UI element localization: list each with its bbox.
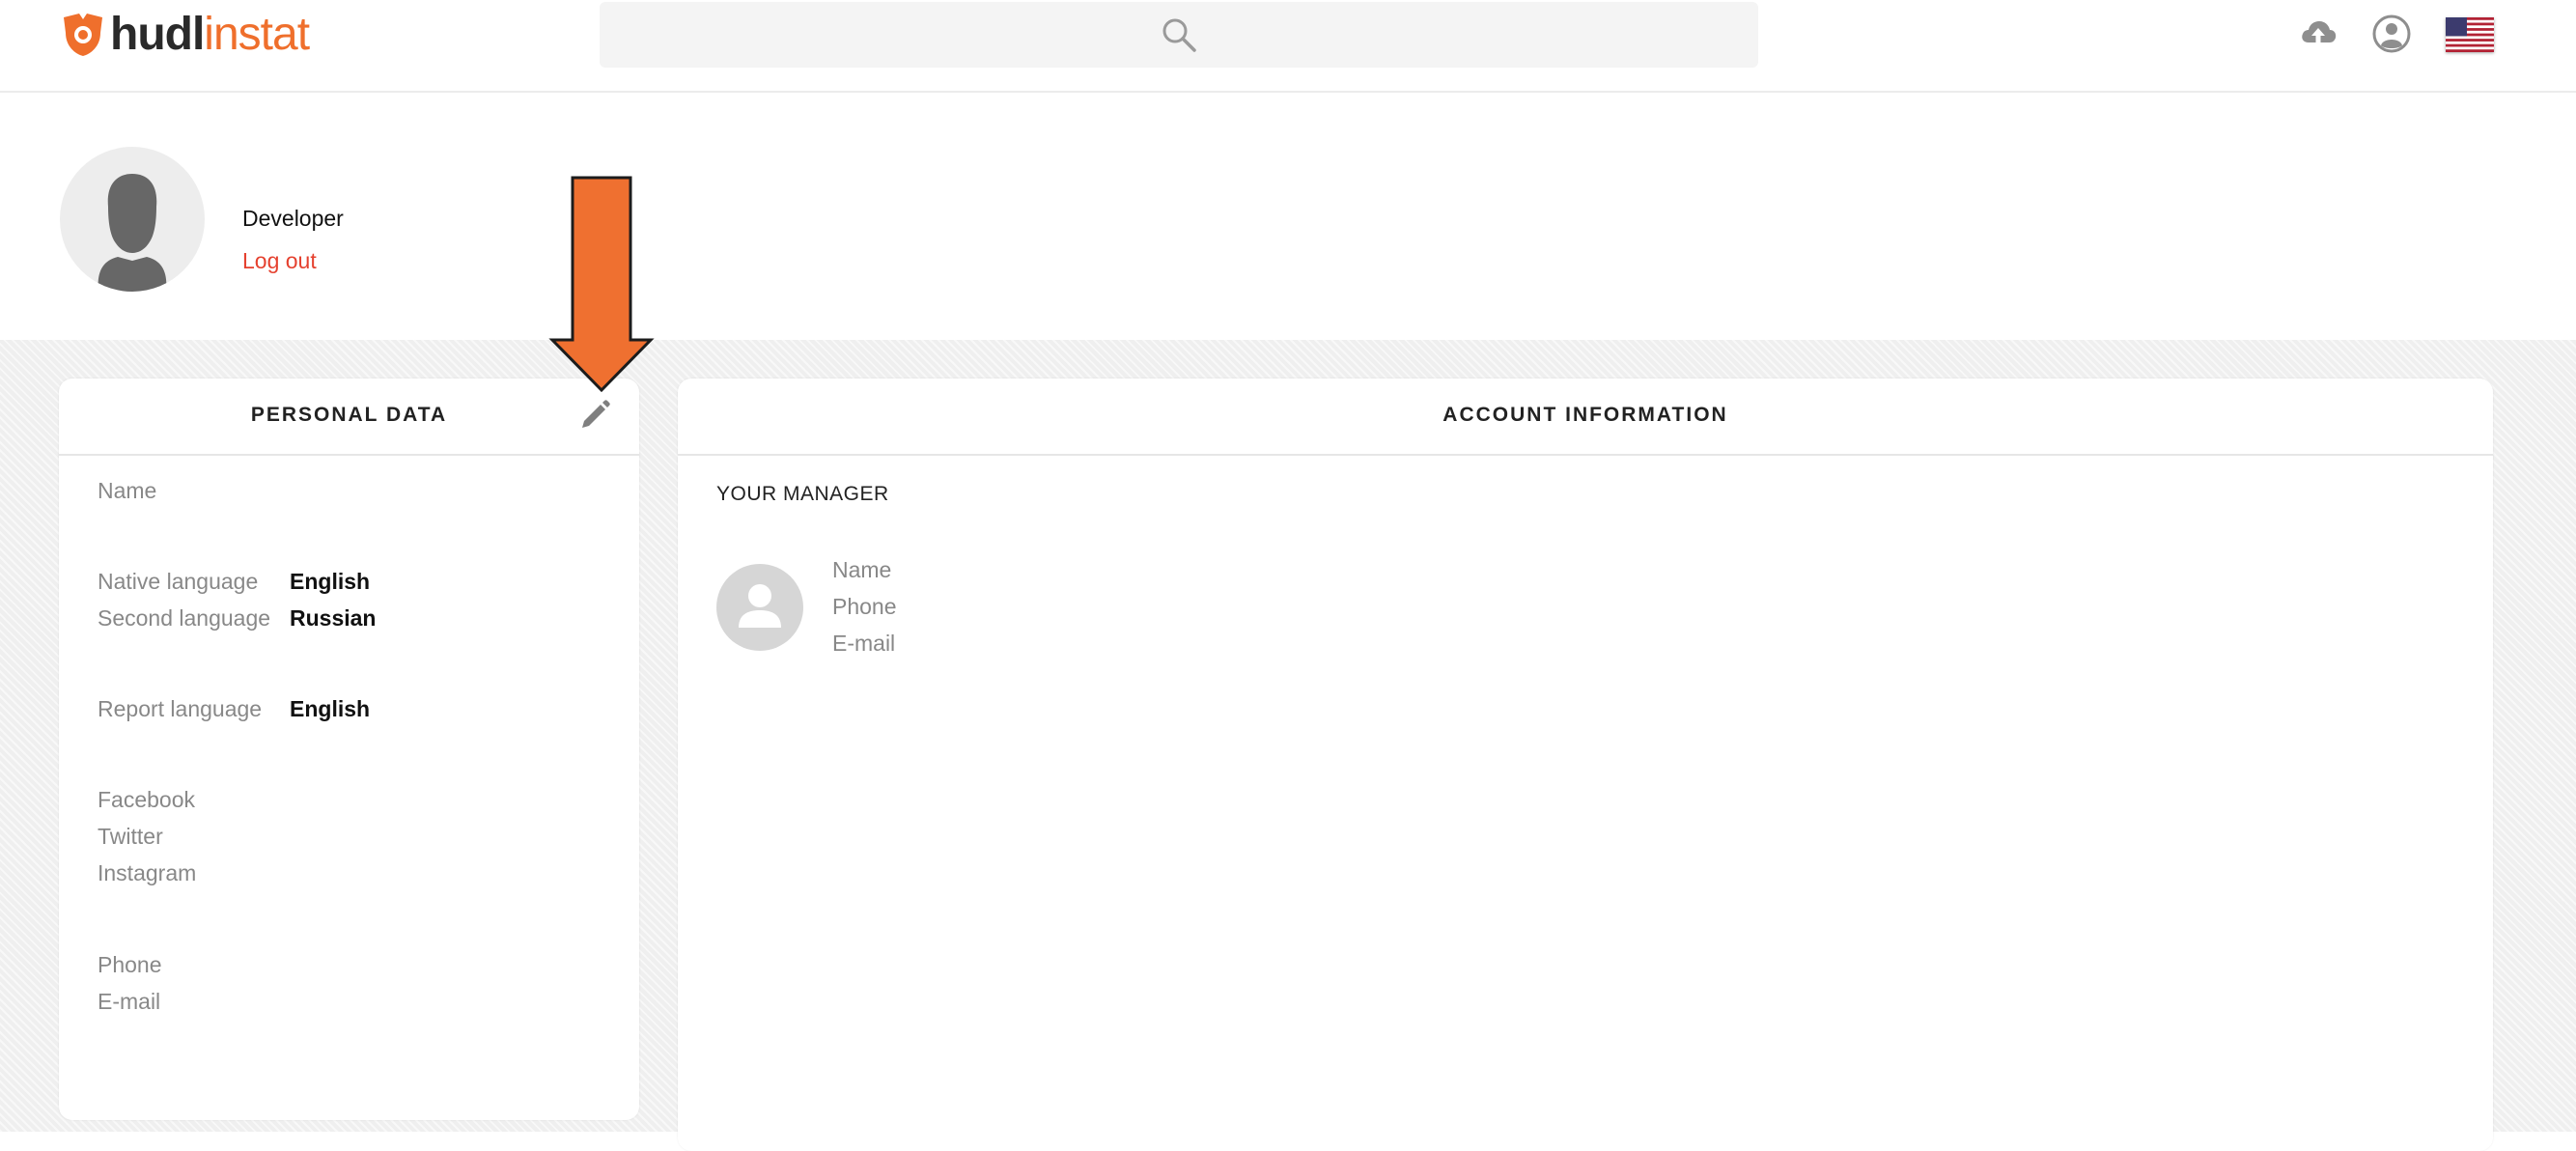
instagram-label: Instagram <box>98 860 197 885</box>
second-language-label: Second language <box>98 605 271 631</box>
pencil-icon[interactable] <box>577 398 612 433</box>
annotation-arrow-icon <box>548 176 655 392</box>
account-information-card: ACCOUNT INFORMATION YOUR MANAGER Name Ph… <box>678 379 2493 1151</box>
logo-text: hudlinstat <box>110 9 310 60</box>
profile-username: Developer <box>242 206 344 231</box>
facebook-row: Facebook <box>98 787 195 813</box>
logo-text-hudl: hudl <box>110 9 205 60</box>
personal-data-card: PERSONAL DATA Name Native language Engli… <box>59 379 639 1120</box>
manager-avatar <box>716 564 803 651</box>
twitter-label: Twitter <box>98 824 163 849</box>
name-label: Name <box>98 478 157 503</box>
second-language-row: Second language Russian <box>98 605 376 632</box>
manager-phone-label: Phone <box>832 594 897 619</box>
manager-name-label: Name <box>832 557 892 582</box>
facebook-label: Facebook <box>98 787 196 812</box>
email-label: E-mail <box>98 989 161 1014</box>
logo-mark-icon <box>64 14 102 56</box>
instagram-row: Instagram <box>98 860 196 886</box>
personal-data-title: PERSONAL DATA <box>250 404 448 426</box>
report-language-value: English <box>290 696 371 721</box>
account-information-title: ACCOUNT INFORMATION <box>1442 404 1728 426</box>
phone-row: Phone <box>98 952 162 978</box>
person-silhouette-icon <box>98 174 167 292</box>
user-circle-icon[interactable] <box>2371 14 2412 54</box>
logout-link[interactable]: Log out <box>242 248 317 274</box>
your-manager-title: YOUR MANAGER <box>716 483 889 505</box>
twitter-row: Twitter <box>98 824 163 850</box>
report-language-label: Report language <box>98 696 263 721</box>
manager-email-label: E-mail <box>832 631 896 656</box>
native-language-label: Native language <box>98 569 259 594</box>
search-input[interactable] <box>600 2 1758 68</box>
search-icon[interactable] <box>1160 15 1198 54</box>
native-language-value: English <box>290 569 371 594</box>
cloud-upload-icon[interactable] <box>2298 14 2338 54</box>
person-icon <box>739 584 781 628</box>
hudl-instat-logo[interactable]: hudlinstat <box>58 8 310 62</box>
second-language-value: Russian <box>290 605 377 631</box>
phone-label: Phone <box>98 952 162 977</box>
name-row: Name <box>98 478 156 504</box>
top-bar: hudlinstat <box>0 0 2576 93</box>
email-row: E-mail <box>98 989 160 1015</box>
profile-avatar <box>60 147 205 292</box>
us-flag-icon[interactable] <box>2446 17 2494 52</box>
logo-text-instat: instat <box>204 9 310 60</box>
native-language-row: Native language English <box>98 569 370 595</box>
report-language-row: Report language English <box>98 696 370 722</box>
account-information-header: ACCOUNT INFORMATION <box>678 379 2493 456</box>
